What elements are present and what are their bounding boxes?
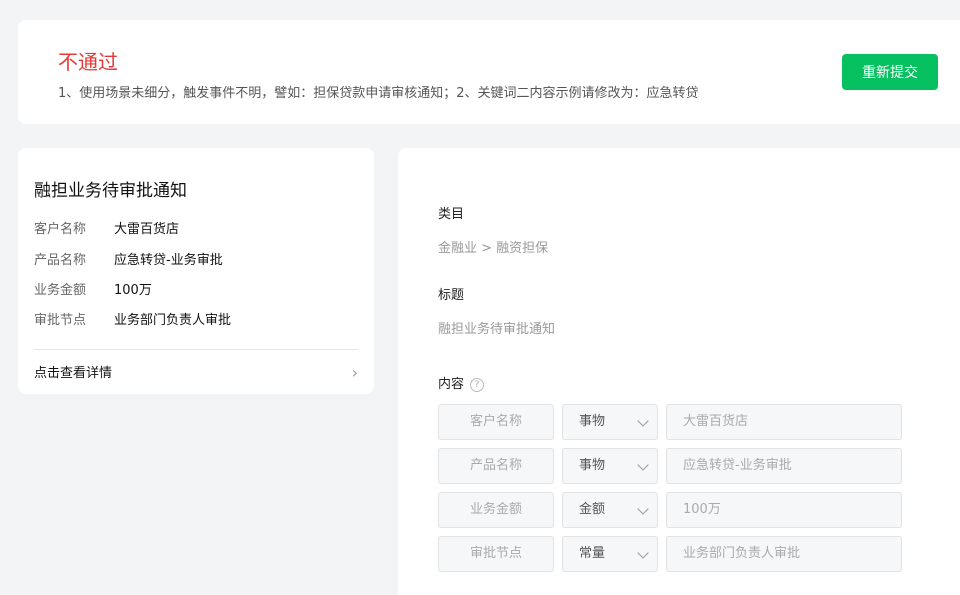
keyword-value-field[interactable]: 应急转贷-业务审批 xyxy=(666,448,902,484)
chevron-down-icon xyxy=(637,459,649,471)
preview-field: 业务金额 100万 xyxy=(34,279,152,298)
keyword-value-field[interactable]: 业务部门负责人审批 xyxy=(666,536,902,572)
rejection-reason: 1、使用场景未细分，触发事件不明，譬如：担保贷款申请审核通知；2、关键词二内容示… xyxy=(58,86,699,101)
divider xyxy=(34,349,358,350)
preview-field-value: 业务部门负责人审批 xyxy=(114,313,232,328)
preview-title: 融担业务待审批通知 xyxy=(34,181,187,201)
keyword-name-field[interactable]: 客户名称 xyxy=(438,404,554,440)
chevron-down-icon xyxy=(637,503,649,515)
title-value: 融担业务待审批通知 xyxy=(438,322,556,337)
preview-field: 客户名称 大雷百货店 xyxy=(34,218,179,237)
keyword-name-field[interactable]: 审批节点 xyxy=(438,536,554,572)
chevron-down-icon xyxy=(637,547,649,559)
preview-field-label: 业务金额 xyxy=(34,283,87,298)
content-label: 内容 xyxy=(438,377,465,392)
preview-field: 审批节点 业务部门负责人审批 xyxy=(34,309,231,328)
category-value: 金融业 > 融资担保 xyxy=(438,241,549,256)
keyword-type-value: 事物 xyxy=(579,414,606,429)
chevron-right-icon: › xyxy=(351,363,358,382)
review-status: 不通过 xyxy=(58,50,118,74)
keyword-type-select[interactable]: 常量 xyxy=(562,536,658,572)
view-details-label: 点击查看详情 xyxy=(34,366,113,381)
keyword-type-select[interactable]: 事物 xyxy=(562,404,658,440)
preview-field-label: 审批节点 xyxy=(34,313,87,328)
keyword-value-field[interactable]: 100万 xyxy=(666,492,902,528)
preview-field-label: 产品名称 xyxy=(34,253,87,268)
preview-field: 产品名称 应急转贷-业务审批 xyxy=(34,249,223,268)
preview-field-value: 大雷百货店 xyxy=(114,222,180,237)
preview-field-value: 100万 xyxy=(114,283,152,298)
keyword-type-select[interactable]: 事物 xyxy=(562,448,658,484)
keyword-type-value: 金额 xyxy=(579,502,606,517)
preview-field-value: 应急转贷-业务审批 xyxy=(114,253,223,268)
category-label: 类目 xyxy=(438,207,465,222)
help-icon[interactable]: ? xyxy=(470,377,485,392)
keyword-type-value: 事物 xyxy=(579,458,606,473)
keyword-value-field[interactable]: 大雷百货店 xyxy=(666,404,902,440)
keyword-type-select[interactable]: 金额 xyxy=(562,492,658,528)
template-preview-card: 融担业务待审批通知 客户名称 大雷百货店 产品名称 应急转贷-业务审批 业务金额 10… xyxy=(18,148,374,394)
keyword-name-field[interactable]: 业务金额 xyxy=(438,492,554,528)
title-label: 标题 xyxy=(438,288,465,303)
preview-field-label: 客户名称 xyxy=(34,222,87,237)
keyword-name-field[interactable]: 产品名称 xyxy=(438,448,554,484)
keyword-type-value: 常量 xyxy=(579,546,606,561)
template-form: 类目 金融业 > 融资担保 标题 融担业务待审批通知 内容? 客户名称 事物 大… xyxy=(398,148,960,595)
chevron-down-icon xyxy=(637,415,649,427)
view-details-link[interactable]: 点击查看详情 › xyxy=(34,362,358,382)
content-label-wrap: 内容? xyxy=(438,373,485,392)
resubmit-button[interactable]: 重新提交 xyxy=(842,54,938,90)
review-result-banner: 不通过 1、使用场景未细分，触发事件不明，譬如：担保贷款申请审核通知；2、关键词… xyxy=(18,20,960,124)
